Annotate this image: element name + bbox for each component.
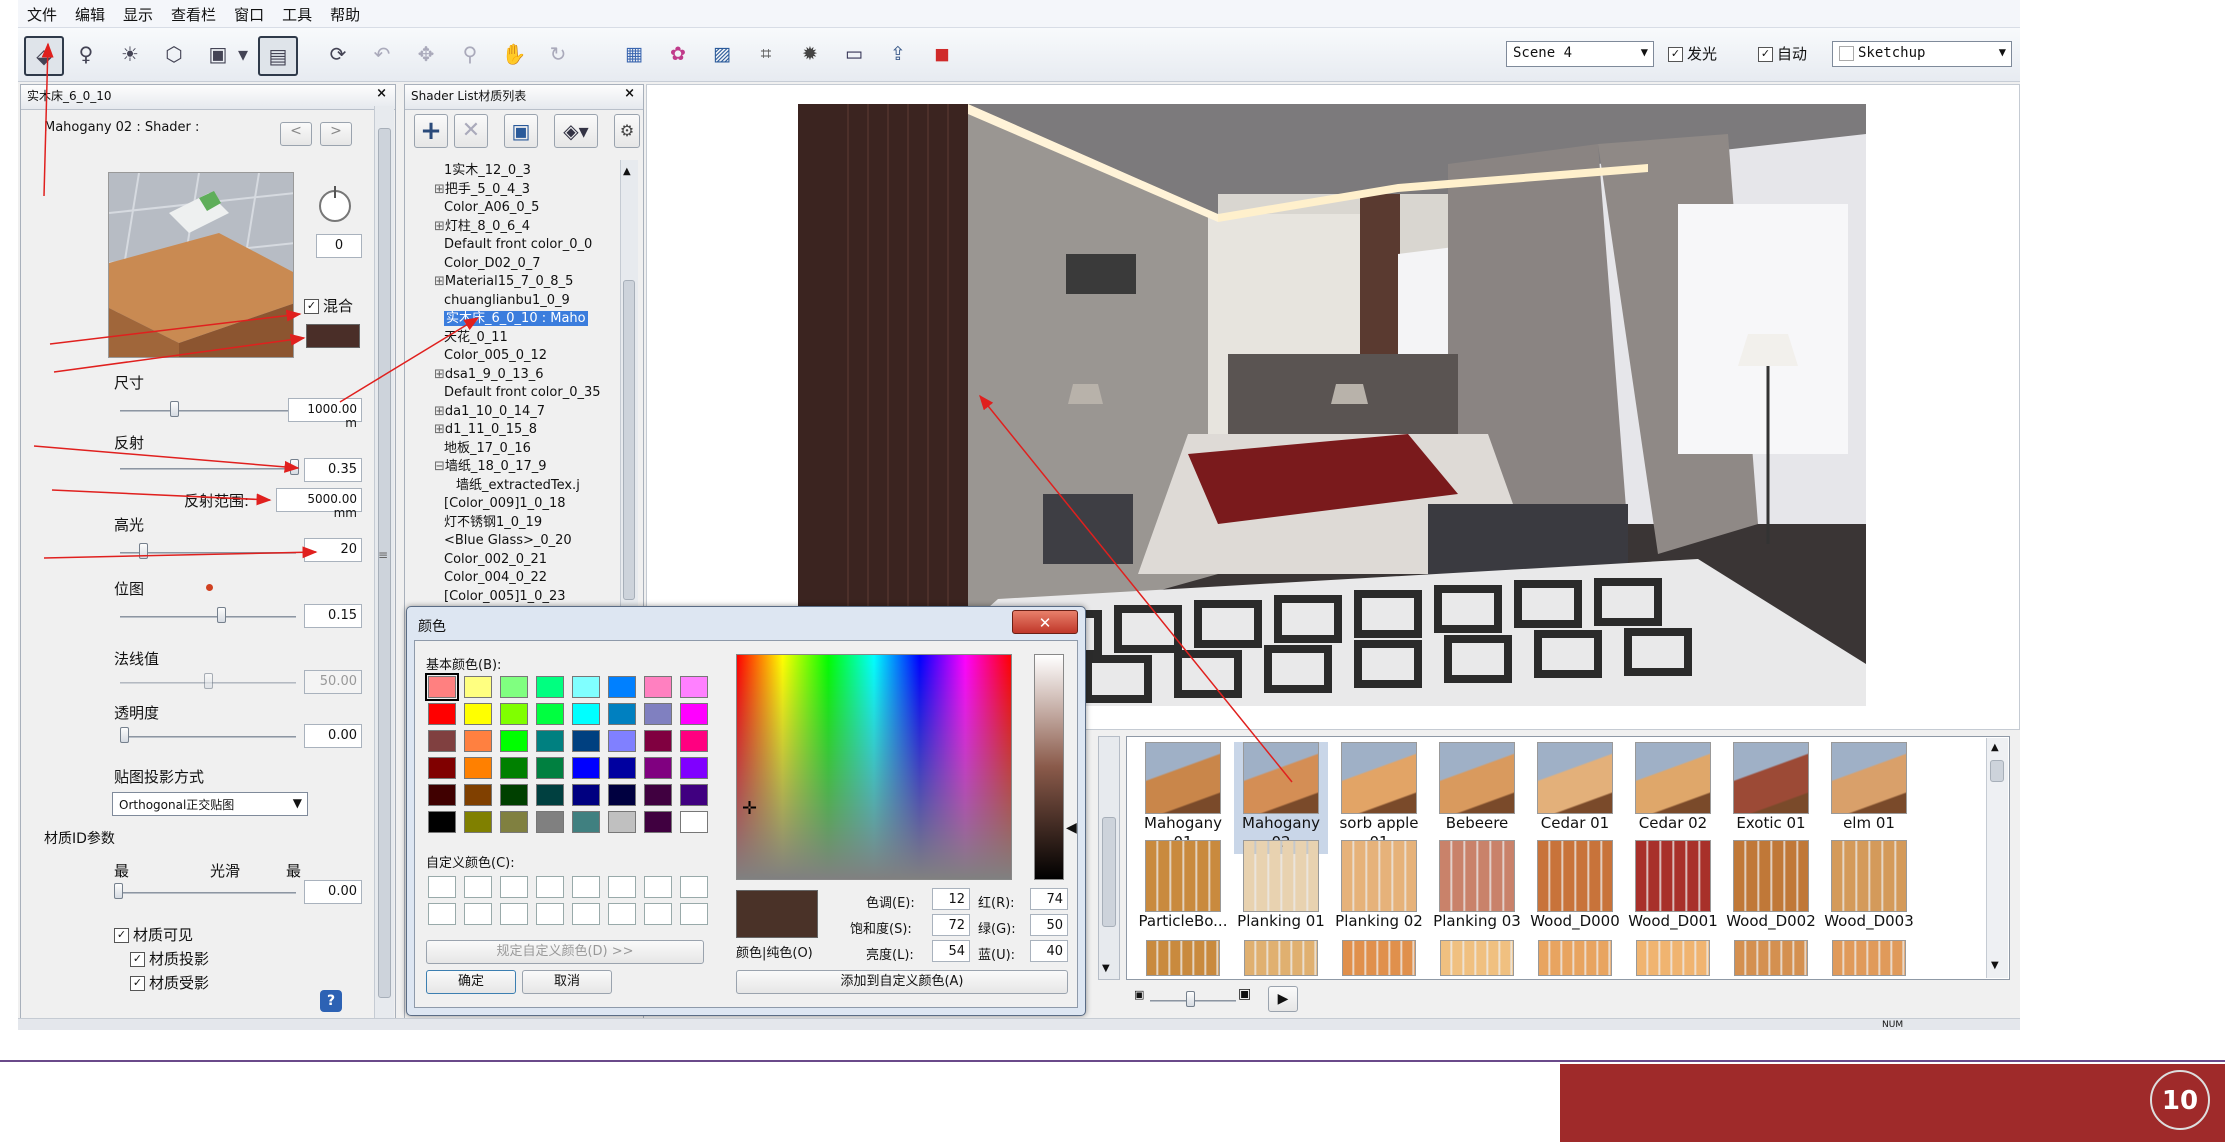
annotation-arrows bbox=[33, 42, 1293, 783]
footer-bar bbox=[1560, 1064, 2225, 1142]
footer-divider bbox=[0, 1060, 2225, 1062]
logo-seal: 10 bbox=[2150, 1070, 2210, 1130]
